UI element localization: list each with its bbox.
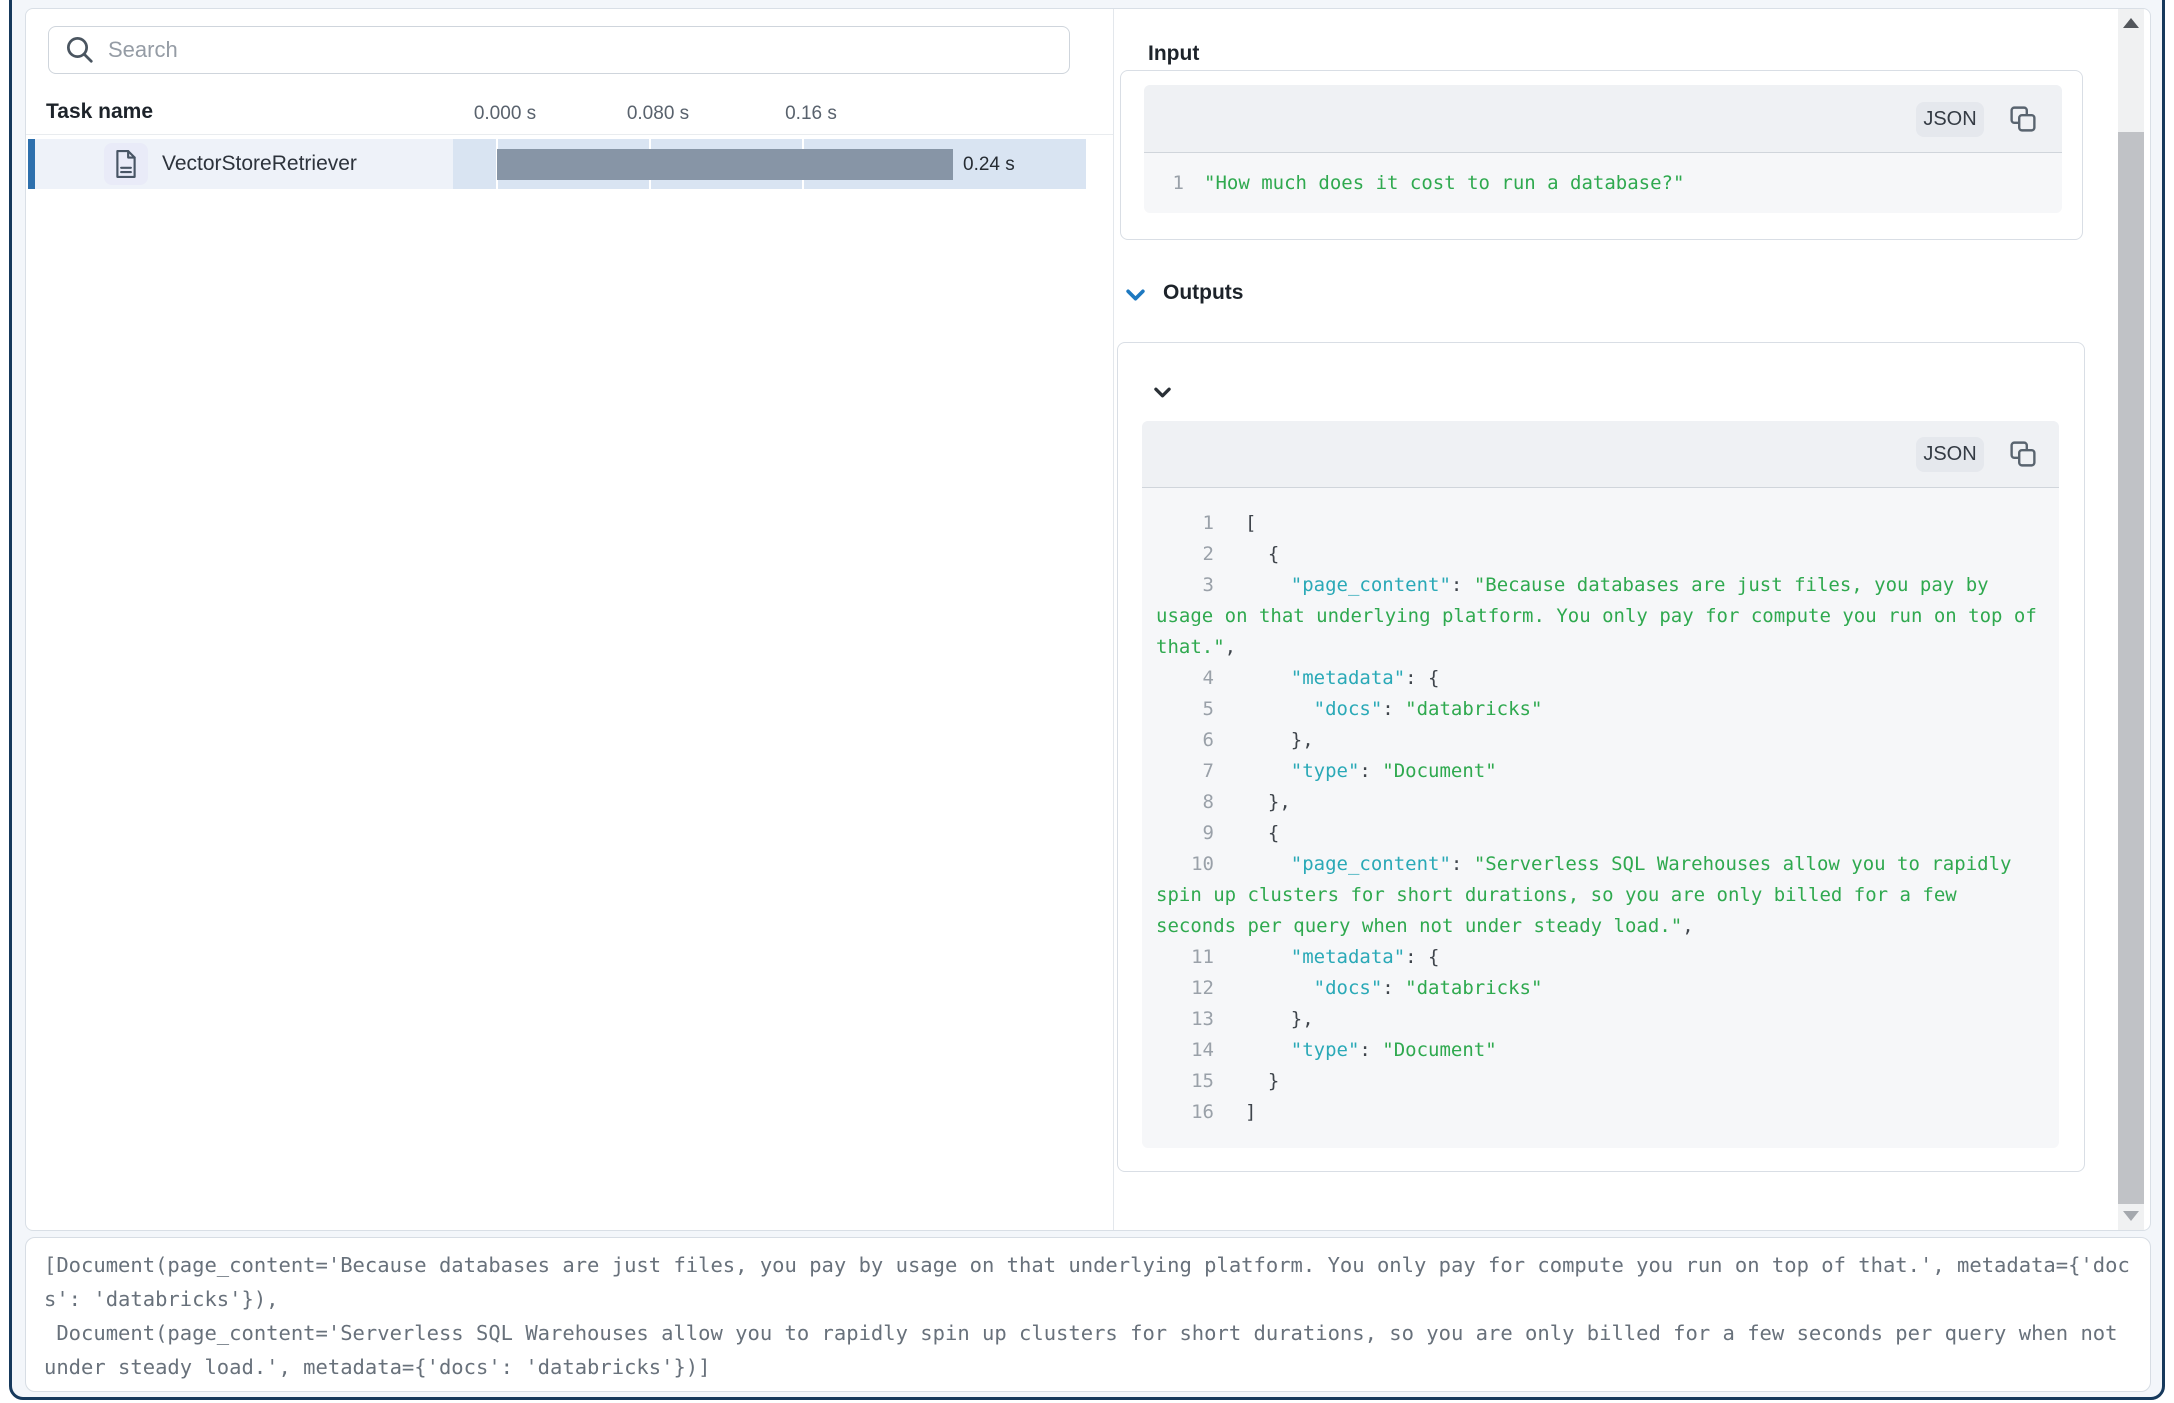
line-number: 1: [1156, 508, 1214, 539]
code-line: 14 "type": "Document": [1156, 1035, 2037, 1066]
line-number: 9: [1156, 818, 1214, 849]
code-line: 16]: [1156, 1097, 2037, 1128]
duration-bar[interactable]: [497, 149, 953, 180]
raw-output-text: [Document(page_content='Because database…: [44, 1248, 2132, 1316]
code-line: 11 "metadata": {: [1156, 942, 2037, 973]
line-number: 15: [1156, 1066, 1214, 1097]
line-number: 12: [1156, 973, 1214, 1004]
line-number: 16: [1156, 1097, 1214, 1128]
vertical-scrollbar[interactable]: [2118, 9, 2144, 1230]
duration-label: 0.24 s: [963, 149, 1015, 180]
raw-output-text: Document(page_content='Serverless SQL Wa…: [44, 1316, 2132, 1384]
code-line: 12 "docs": "databricks": [1156, 973, 2037, 1004]
line-number: 2: [1156, 539, 1214, 570]
search-input[interactable]: [108, 37, 1069, 63]
copy-button[interactable]: [2010, 104, 2040, 134]
code-line: 5 "docs": "databricks": [1156, 694, 2037, 725]
input-card: JSON 1"How much does it cost to run a da…: [1120, 70, 2083, 240]
selected-row-accent: [28, 139, 35, 189]
json-format-badge[interactable]: JSON: [1916, 102, 1984, 137]
output-item-chevron-icon[interactable]: [1154, 383, 1176, 401]
document-icon: [104, 143, 148, 185]
task-name-label: VectorStoreRetriever: [162, 152, 357, 176]
line-number: 5: [1156, 694, 1214, 725]
search-icon: [65, 35, 95, 65]
line-number: 6: [1156, 725, 1214, 756]
raw-output-panel: [Document(page_content='Because database…: [25, 1237, 2151, 1392]
line-number: 1: [1168, 168, 1184, 199]
code-line: 10 "page_content": "Serverless SQL Wareh…: [1156, 849, 2037, 942]
line-number: 4: [1156, 663, 1214, 694]
panel-divider: [1113, 9, 1114, 1230]
code-line: 7 "type": "Document": [1156, 756, 2037, 787]
code-line: 1"How much does it cost to run a databas…: [1168, 168, 2038, 199]
code-line: 1[: [1156, 508, 2037, 539]
time-tick: 0.16 s: [785, 103, 837, 125]
code-line: 2 {: [1156, 539, 2037, 570]
scrollbar-up-button[interactable]: [2118, 11, 2144, 35]
task-name-header: Task name: [46, 100, 153, 124]
task-row[interactable]: 0.24 s VectorStoreRetriever: [28, 139, 1086, 189]
line-number: 8: [1156, 787, 1214, 818]
header-underline: [26, 134, 1113, 135]
input-section-title: Input: [1148, 42, 1199, 66]
input-json-viewer: JSON 1"How much does it cost to run a da…: [1144, 85, 2062, 213]
arrow-up-icon: [2123, 18, 2139, 28]
code-line: 4 "metadata": {: [1156, 663, 2037, 694]
input-code: 1"How much does it cost to run a databas…: [1144, 153, 2062, 199]
code-line: 13 },: [1156, 1004, 2037, 1035]
line-number: 7: [1156, 756, 1214, 787]
search-box[interactable]: [48, 26, 1070, 74]
line-number: 14: [1156, 1035, 1214, 1066]
code-line: 15 }: [1156, 1066, 2037, 1097]
outputs-collapse-chevron-icon[interactable]: [1126, 286, 1148, 304]
scrollbar-down-button[interactable]: [2118, 1204, 2144, 1228]
code-line: 3 "page_content": "Because databases are…: [1156, 570, 2037, 663]
time-tick: 0.080 s: [627, 103, 689, 125]
outputs-json-viewer: JSON 1[2 {3 "page_content": "Because dat…: [1142, 421, 2059, 1148]
outputs-section-title: Outputs: [1163, 281, 1243, 305]
outputs-card: JSON 1[2 {3 "page_content": "Because dat…: [1117, 342, 2085, 1172]
line-number: 3: [1156, 570, 1214, 601]
outputs-code: 1[2 {3 "page_content": "Because database…: [1142, 488, 2059, 1128]
code-line: 6 },: [1156, 725, 2037, 756]
line-number: 13: [1156, 1004, 1214, 1035]
json-format-badge[interactable]: JSON: [1916, 437, 1984, 472]
copy-button[interactable]: [2010, 439, 2040, 469]
scrollbar-thumb[interactable]: [2118, 132, 2144, 1204]
line-number: 10: [1156, 849, 1214, 880]
code-line: 8 },: [1156, 787, 2037, 818]
time-tick: 0.000 s: [474, 103, 536, 125]
code-line: 9 {: [1156, 818, 2037, 849]
arrow-down-icon: [2123, 1211, 2139, 1221]
line-number: 11: [1156, 942, 1214, 973]
